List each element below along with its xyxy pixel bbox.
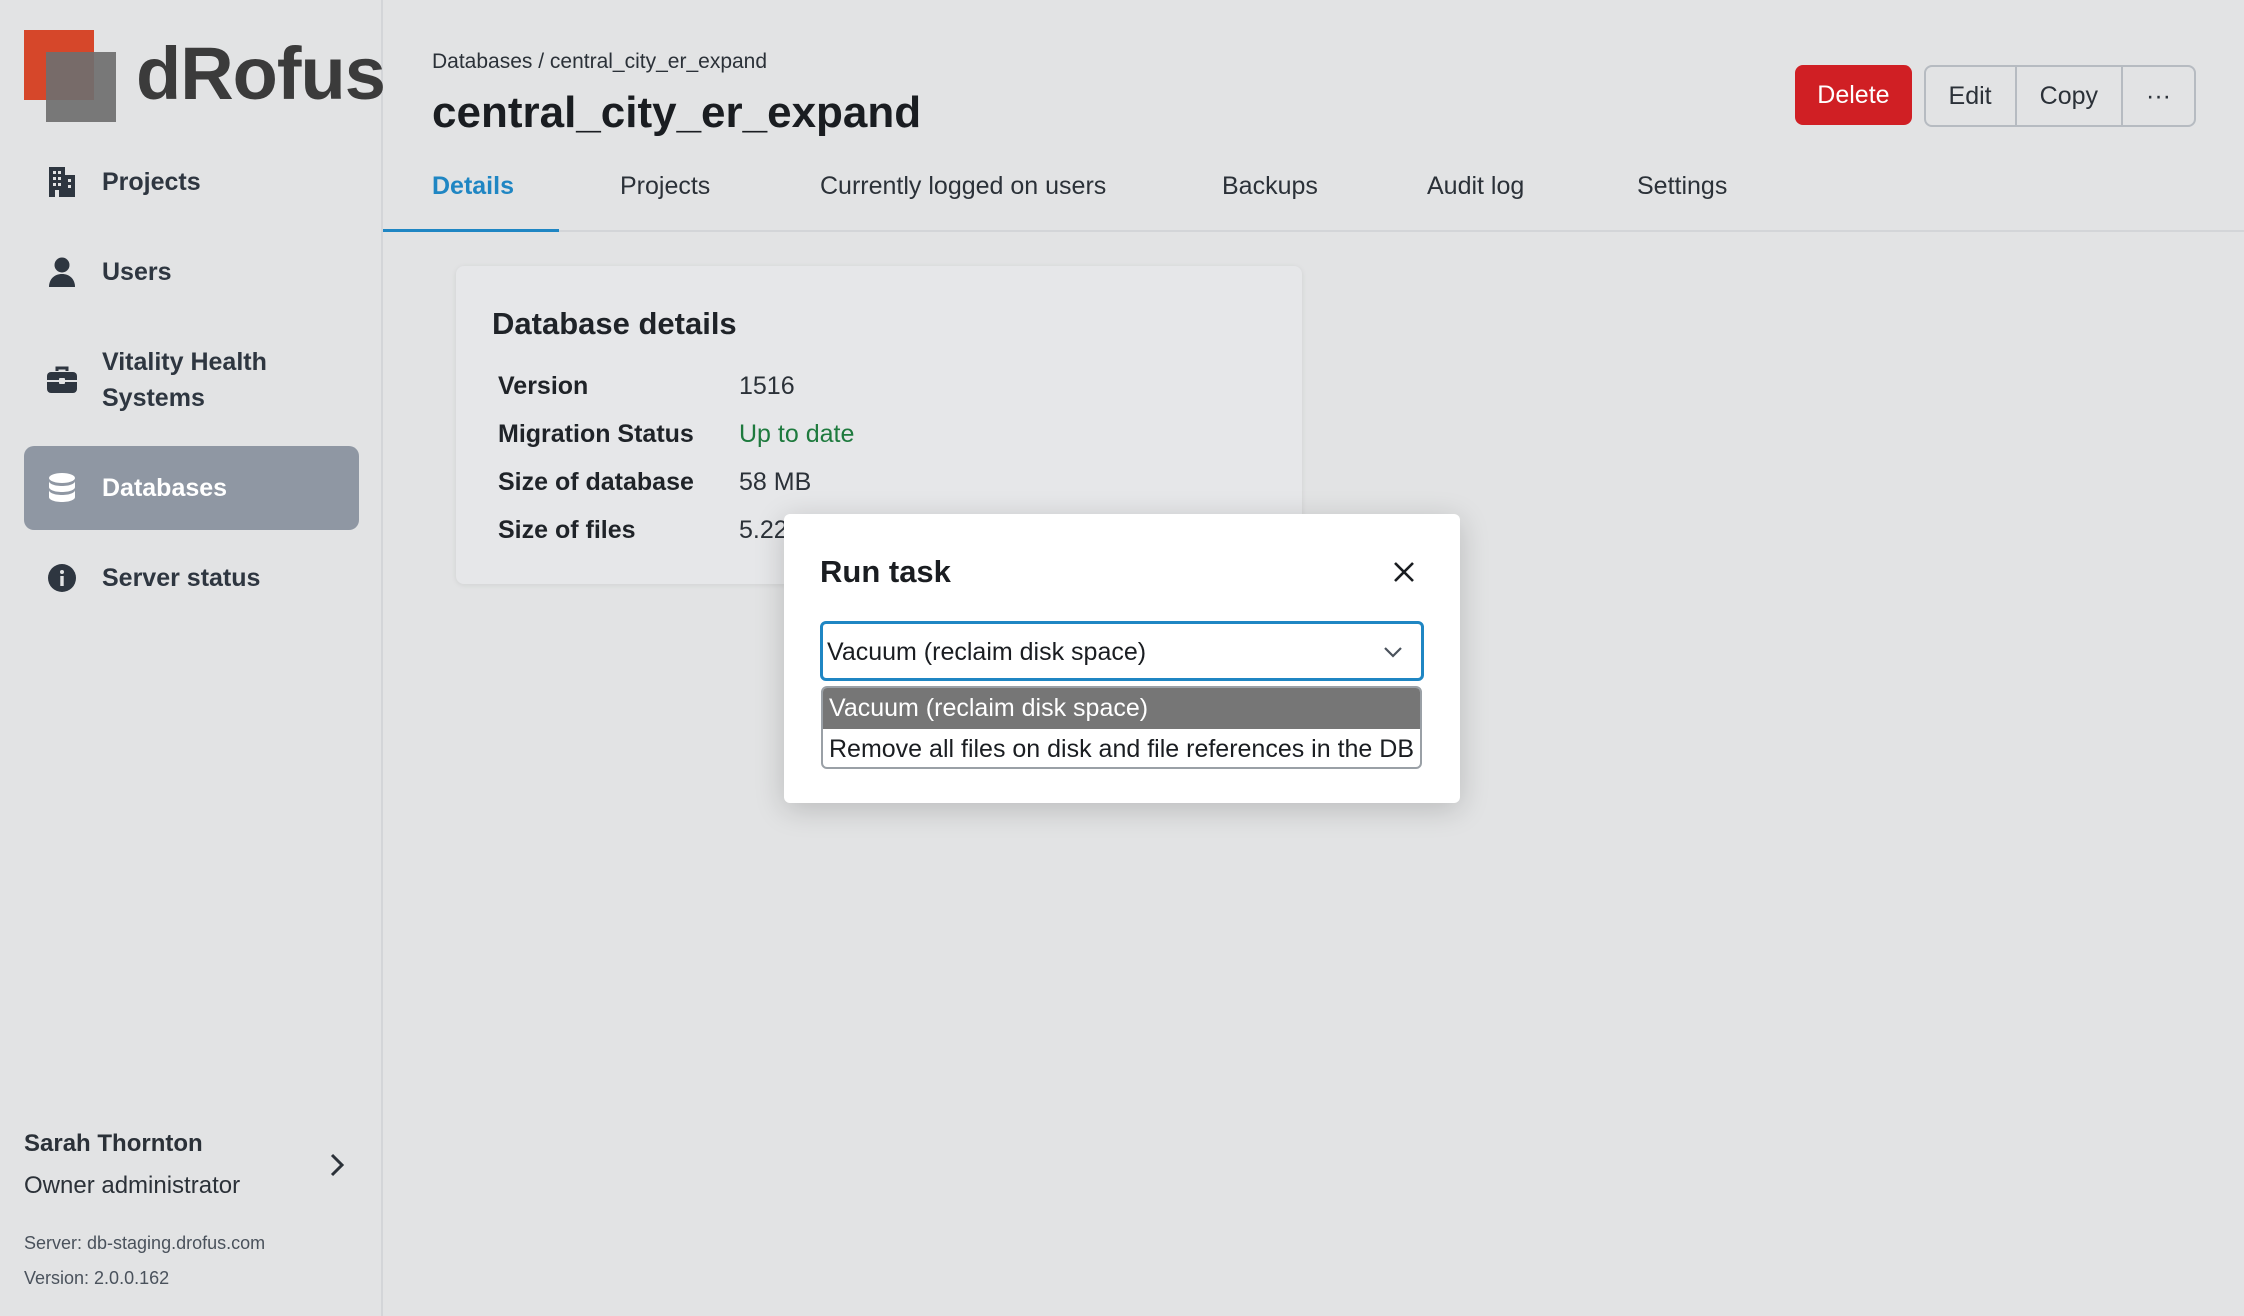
dropdown-option[interactable]: Remove all files on disk and file refere…: [823, 729, 1420, 767]
delete-button[interactable]: Delete: [1795, 65, 1912, 125]
tab-bar: Details Projects Currently logged on use…: [383, 160, 2244, 232]
user-icon: [44, 254, 80, 290]
tab-details[interactable]: Details: [432, 172, 514, 201]
sidebar: dRofus Projects Users Vitality Health Sy…: [0, 0, 386, 1316]
sidebar-item-label: Vitality Health Systems: [102, 348, 267, 412]
sidebar-item-label: Databases: [102, 474, 228, 502]
tab-settings[interactable]: Settings: [1637, 172, 1727, 201]
sidebar-item-server-status[interactable]: Server status: [24, 536, 359, 620]
copy-button[interactable]: Copy: [2014, 67, 2121, 125]
page-title: central_city_er_expand: [432, 88, 922, 137]
user-role: Owner administrator: [24, 1172, 241, 1199]
briefcase-icon: [44, 362, 80, 398]
active-tab-indicator: [383, 229, 559, 232]
task-select[interactable]: Vacuum (reclaim disk space): [820, 621, 1424, 681]
chevron-down-icon: [1381, 640, 1405, 669]
breadcrumb[interactable]: Databases / central_city_er_expand: [432, 50, 767, 74]
edit-button[interactable]: Edit: [1926, 67, 2015, 125]
action-bar: Delete Edit Copy ···: [1795, 65, 2196, 127]
detail-key: Migration Status: [498, 420, 694, 448]
card-title: Database details: [492, 306, 737, 341]
sidebar-nav: Projects Users Vitality Health Systems D…: [24, 140, 359, 626]
sidebar-item-organization[interactable]: Vitality Health Systems: [24, 320, 359, 440]
sidebar-item-label: Users: [102, 258, 172, 286]
task-select-value: Vacuum (reclaim disk space): [827, 638, 1147, 666]
building-icon: [44, 164, 80, 200]
sidebar-item-label: Projects: [102, 168, 201, 196]
run-task-dialog: Run task Vacuum (reclaim disk space) Vac…: [784, 514, 1460, 803]
status-value: Up to date: [739, 420, 855, 448]
dialog-title: Run task: [820, 554, 951, 589]
sidebar-item-projects[interactable]: Projects: [24, 140, 359, 224]
more-options-button[interactable]: ···: [2121, 67, 2194, 125]
detail-key: Size of database: [498, 468, 694, 496]
sidebar-item-label: Server status: [102, 564, 261, 592]
tab-projects[interactable]: Projects: [620, 172, 710, 201]
task-select-options: Vacuum (reclaim disk space) Remove all f…: [821, 686, 1422, 769]
detail-key: Size of files: [498, 516, 636, 544]
server-info: Server: db-staging.drofus.com: [24, 1233, 266, 1253]
database-icon: [44, 470, 80, 506]
sidebar-item-users[interactable]: Users: [24, 230, 359, 314]
dropdown-option[interactable]: Vacuum (reclaim disk space): [823, 688, 1420, 729]
action-button-group: Edit Copy ···: [1923, 65, 2196, 127]
sidebar-item-databases[interactable]: Databases: [24, 446, 359, 530]
logo-mark-icon: [24, 30, 116, 122]
chevron-right-icon[interactable]: [327, 1152, 347, 1183]
detail-value: 5.22: [739, 516, 788, 544]
tab-backups[interactable]: Backups: [1222, 172, 1318, 201]
user-name: Sarah Thornton: [24, 1130, 203, 1157]
info-icon: [44, 560, 80, 596]
detail-value: 1516: [739, 372, 795, 400]
detail-key: Version: [498, 372, 589, 400]
tab-audit-log[interactable]: Audit log: [1427, 172, 1524, 201]
detail-value: 58 MB: [739, 468, 812, 496]
version-info: Version: 2.0.0.162: [24, 1268, 170, 1288]
user-menu[interactable]: Sarah Thornton Owner administrator: [24, 1130, 359, 1200]
tab-currently-logged-on-users[interactable]: Currently logged on users: [820, 172, 1106, 201]
close-icon[interactable]: [1390, 558, 1418, 586]
brand-name: dRofus: [136, 32, 386, 115]
brand-logo[interactable]: dRofus: [24, 30, 386, 122]
